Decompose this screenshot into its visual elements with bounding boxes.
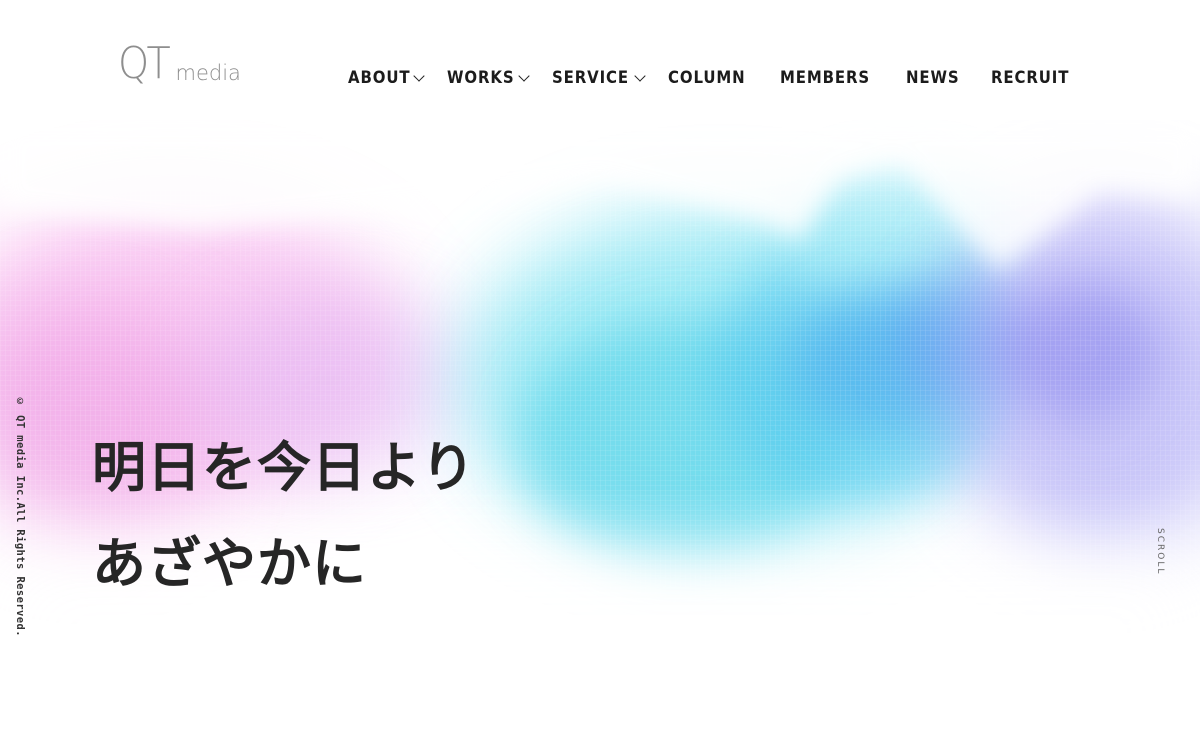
copyright-text: © QT media Inc.All Rights Reserved. <box>14 396 26 637</box>
nav-about-label: ABOUT <box>348 68 411 88</box>
nav-item-service[interactable]: SERVICE <box>552 68 646 88</box>
hero-headline: 明日を今日より あざやかに <box>92 420 476 612</box>
hero-headline-line-1: 明日を今日より <box>92 436 476 499</box>
watercolor-background <box>0 120 1200 700</box>
scroll-indicator[interactable]: SCROLL <box>1155 528 1165 575</box>
nav-column-label: COLUMN <box>667 68 746 88</box>
nav-item-works[interactable]: WORKS <box>447 68 530 88</box>
chevron-down-icon <box>518 69 530 82</box>
nav-works-label: WORKS <box>447 68 515 88</box>
site-header: QT media ABOUT WORKS SERVICE COLUMN MEMB… <box>0 0 1200 120</box>
nav-recruit-label: RECRUIT <box>991 68 1070 88</box>
nav-item-recruit[interactable]: RECRUIT <box>991 68 1080 88</box>
nav-item-column[interactable]: COLUMN <box>668 68 756 88</box>
nav-item-news[interactable]: NEWS <box>906 68 967 88</box>
nav-news-label: NEWS <box>906 68 960 88</box>
hero-headline-line-2: あざやかに <box>92 532 367 595</box>
hero-section: © QT media Inc.All Rights Reserved. 明日を今… <box>0 120 1200 700</box>
nav-members-label: MEMBERS <box>779 68 870 88</box>
logo-media-text: media <box>175 61 241 85</box>
site-logo[interactable]: QT media <box>118 36 241 86</box>
nav-item-members[interactable]: MEMBERS <box>780 68 882 88</box>
main-nav: ABOUT WORKS SERVICE COLUMN MEMBERS NEWS … <box>348 68 1080 88</box>
logo-qt-text: QT <box>118 38 171 89</box>
chevron-down-icon <box>413 69 426 82</box>
chevron-down-icon <box>634 69 646 82</box>
nav-service-label: SERVICE <box>552 68 630 88</box>
nav-item-about[interactable]: ABOUT <box>348 68 426 88</box>
